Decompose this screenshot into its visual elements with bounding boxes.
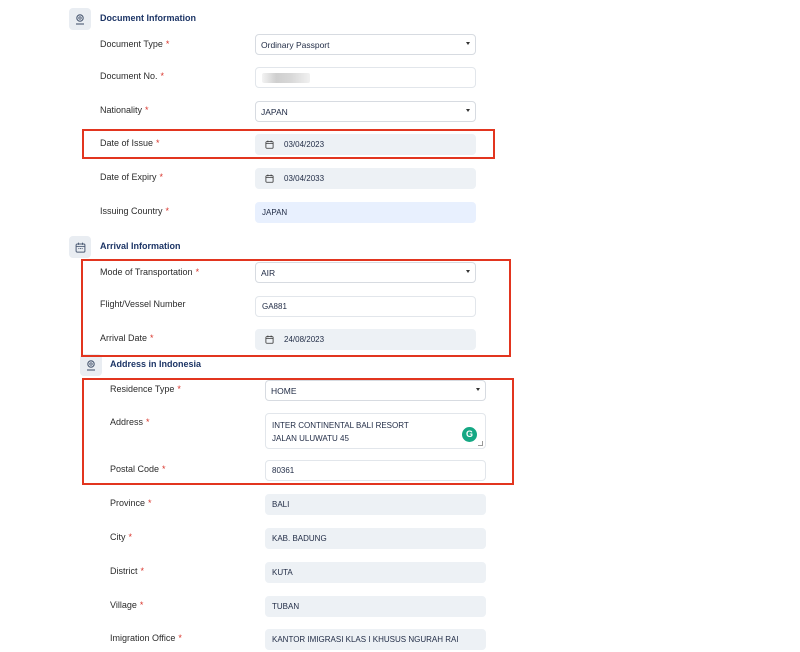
document-no-input[interactable] bbox=[255, 67, 476, 88]
location-icon bbox=[87, 360, 95, 371]
province-value: BALI bbox=[272, 500, 290, 509]
village-label: Village * bbox=[110, 600, 144, 610]
arrival-section-icon bbox=[69, 236, 91, 258]
address-section-icon bbox=[80, 354, 102, 376]
province-field[interactable]: BALI bbox=[265, 494, 486, 515]
district-field[interactable]: KUTA bbox=[265, 562, 486, 583]
date-of-expiry-value: 03/04/2033 bbox=[284, 174, 325, 183]
required-marker: * bbox=[165, 206, 170, 216]
date-of-expiry-field[interactable]: 03/04/2033 bbox=[255, 168, 476, 189]
address-section-title: Address in Indonesia bbox=[110, 359, 202, 369]
city-field[interactable]: KAB. BADUNG bbox=[265, 528, 486, 549]
issuing-country-field[interactable]: JAPAN bbox=[255, 202, 476, 223]
required-marker: * bbox=[145, 105, 149, 115]
required-marker: * bbox=[165, 39, 170, 49]
passport-section-icon bbox=[69, 8, 91, 30]
highlight-box-address bbox=[82, 378, 514, 485]
required-marker: * bbox=[148, 498, 152, 508]
date-of-expiry-label: Date of Expiry * bbox=[100, 172, 164, 182]
immigration-office-value: KANTOR IMIGRASI KLAS I KHUSUS NGURAH RAI bbox=[272, 635, 459, 644]
required-marker: * bbox=[160, 71, 165, 81]
village-value: TUBAN bbox=[272, 602, 300, 611]
required-marker: * bbox=[140, 566, 145, 576]
issuing-country-label: Issuing Country * bbox=[100, 206, 170, 216]
document-no-label: Document No. * bbox=[100, 71, 165, 81]
redacted-document-number bbox=[262, 72, 310, 83]
passport-icon bbox=[76, 14, 84, 25]
document-type-select[interactable]: Ordinary Passport bbox=[255, 34, 476, 55]
village-field[interactable]: TUBAN bbox=[265, 596, 486, 617]
nationality-label: Nationality * bbox=[100, 105, 149, 115]
required-marker: * bbox=[159, 172, 164, 182]
nationality-select[interactable]: JAPAN bbox=[255, 101, 476, 122]
required-marker: * bbox=[139, 600, 144, 610]
city-value: KAB. BADUNG bbox=[272, 534, 327, 543]
immigration-office-label: Imigration Office * bbox=[110, 633, 182, 643]
issuing-country-value: JAPAN bbox=[262, 208, 288, 217]
city-label: City * bbox=[110, 532, 133, 542]
immigration-office-field[interactable]: KANTOR IMIGRASI KLAS I KHUSUS NGURAH RAI bbox=[265, 629, 486, 650]
calendar-icon bbox=[75, 242, 85, 253]
chevron-down-icon bbox=[466, 109, 470, 112]
required-marker: * bbox=[128, 532, 133, 542]
district-value: KUTA bbox=[272, 568, 293, 577]
document-type-label: Document Type * bbox=[100, 39, 170, 49]
arrival-section-title: Arrival Information bbox=[100, 241, 181, 251]
calendar-icon bbox=[265, 174, 274, 183]
document-type-value: Ordinary Passport bbox=[261, 39, 330, 50]
highlight-box-date-of-issue bbox=[82, 129, 495, 159]
nationality-value: JAPAN bbox=[261, 106, 288, 117]
required-marker: * bbox=[178, 633, 182, 643]
chevron-down-icon bbox=[466, 42, 470, 45]
document-section-title: Document Information bbox=[100, 13, 196, 23]
province-label: Province * bbox=[110, 498, 152, 508]
district-label: District * bbox=[110, 566, 145, 576]
highlight-box-arrival-info bbox=[81, 259, 511, 357]
